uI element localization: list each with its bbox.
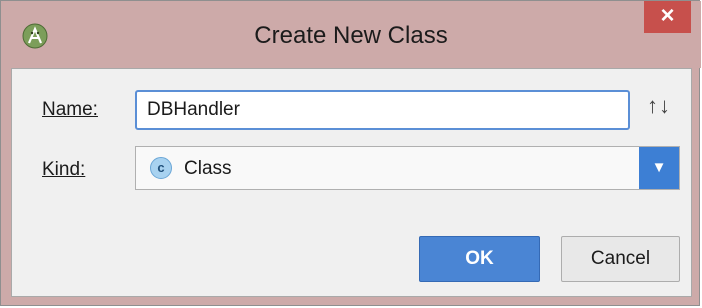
close-icon: ×: [660, 2, 675, 29]
chevron-down-icon[interactable]: ▼: [639, 147, 679, 189]
dialog-title: Create New Class: [254, 22, 448, 49]
sort-icon[interactable]: ↑↓: [647, 93, 671, 119]
name-label-text: Name:: [42, 99, 98, 120]
kind-selected-value: Class: [184, 158, 232, 179]
create-new-class-dialog: Create New Class × Name: ↑↓ Kind: c Clas…: [0, 0, 701, 306]
kind-label: Kind:: [42, 159, 85, 181]
name-label: Name:: [42, 99, 98, 121]
kind-label-text: Kind:: [42, 159, 86, 180]
name-input[interactable]: [135, 90, 630, 130]
class-icon: c: [150, 157, 172, 179]
close-button[interactable]: ×: [644, 1, 691, 33]
ok-button[interactable]: OK: [419, 236, 540, 282]
title-bar[interactable]: Create New Class ×: [1, 1, 701, 68]
cancel-button[interactable]: Cancel: [561, 236, 680, 282]
kind-select[interactable]: c Class ▼: [135, 146, 680, 190]
dialog-content: Name: ↑↓ Kind: c Class ▼ OK Cancel: [11, 68, 692, 297]
